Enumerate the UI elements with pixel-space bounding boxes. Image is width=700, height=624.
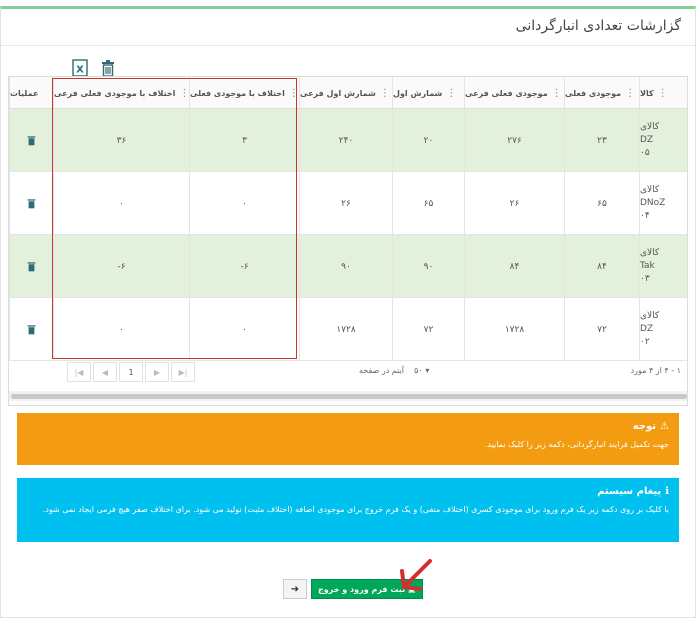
- cell-diff-current-sub: ۰: [53, 172, 189, 235]
- cell-diff-current: ۳: [189, 109, 299, 172]
- cell-first-count: ۲۰: [392, 109, 464, 172]
- table-row[interactable]: ۰ ۰ ۲۶ ۶۵ ۲۶ ۶۵ کالای DNoZ ۰۴: [9, 172, 687, 235]
- column-menu-icon[interactable]: ⋮: [658, 88, 668, 99]
- cell-item: کالای DNoZ ۰۴: [639, 172, 687, 235]
- cell-diff-current: ۰: [189, 172, 299, 235]
- table-row[interactable]: ۳۶ ۳ ۲۴۰ ۲۰ ۲۷۶ ۲۳ کالای DZ ۰۵: [9, 109, 687, 172]
- page-size-label: آیتم در صفحه: [359, 366, 404, 375]
- scrollbar-thumb[interactable]: [11, 394, 687, 399]
- info-alert: ℹ پیغام سیستم با کلیک بر روی دکمه زیر یک…: [17, 478, 679, 542]
- cell-current-stock: ۶۵: [564, 172, 639, 235]
- arrow-back-icon: ➜: [290, 583, 300, 595]
- cell-first-count-sub: ۹۰: [299, 235, 392, 298]
- annotation-arrow-icon: [400, 559, 432, 591]
- grid-pager: |◀ ◀ 1 ▶ ▶| ▾ ۵۰ آیتم در صفحه ۱ - ۴ از ۴…: [9, 357, 687, 387]
- cell-item: کالای DZ ۰۲: [639, 298, 687, 361]
- column-header-current-stock[interactable]: ⋮ موجودی فعلی: [564, 77, 639, 109]
- cell-first-count: ۶۵: [392, 172, 464, 235]
- page-size-selector[interactable]: ▾ ۵۰ آیتم در صفحه: [359, 366, 429, 375]
- cell-current-stock-sub: ۱۷۲۸: [464, 298, 564, 361]
- column-header-first-count[interactable]: ⋮ شمارش اول: [392, 77, 464, 109]
- row-delete-icon[interactable]: [9, 109, 53, 172]
- cell-item: کالای DZ ۰۵: [639, 109, 687, 172]
- grid-header: عملیات ⋮ اختلاف با موجودی فعلی فرعی ⋮ اختل…: [9, 77, 687, 109]
- excel-icon[interactable]: X: [71, 58, 89, 78]
- column-header-first-count-sub[interactable]: ⋮ شمارش اول فرعی: [299, 77, 392, 109]
- column-menu-icon[interactable]: ⋮: [289, 88, 299, 99]
- column-menu-icon[interactable]: ⋮: [446, 88, 456, 99]
- column-header-diff-current-sub[interactable]: ⋮ اختلاف با موجودی فعلی فرعی: [53, 77, 189, 109]
- horizontal-scrollbar[interactable]: [9, 391, 687, 401]
- info-body: با کلیک بر روی دکمه زیر یک فرم ورود برای…: [42, 505, 669, 514]
- cell-current-stock: ۷۲: [564, 298, 639, 361]
- cell-diff-current-sub: -۶: [53, 235, 189, 298]
- column-header-ops[interactable]: عملیات: [9, 77, 53, 109]
- row-delete-icon[interactable]: [9, 235, 53, 298]
- column-menu-icon[interactable]: ⋮: [552, 88, 562, 99]
- column-menu-icon[interactable]: ⋮: [179, 88, 189, 99]
- column-header-current-stock-sub[interactable]: ⋮ موجودی فعلی فرعی: [464, 77, 564, 109]
- info-title: پیغام سیستم: [597, 486, 662, 497]
- inventory-grid: عملیات ⋮ اختلاف با موجودی فعلی فرعی ⋮ اختل…: [8, 76, 688, 406]
- warning-body: جهت تکمیل فرایند انبارگردانی، دکمه زیر ر…: [484, 440, 669, 449]
- chevron-down-icon: ▾: [425, 366, 430, 375]
- info-icon: ℹ: [665, 486, 669, 497]
- table-row[interactable]: -۶ -۶ ۹۰ ۹۰ ۸۴ ۸۴ کالای Tak ۰۳: [9, 235, 687, 298]
- row-delete-icon[interactable]: [9, 172, 53, 235]
- pager-next-button[interactable]: ▶: [145, 362, 169, 382]
- cell-current-stock-sub: ۲۶: [464, 172, 564, 235]
- pager-range: ۱ - ۴ از ۴ مورد: [630, 366, 681, 375]
- submit-label: ثبت فرم ورود و خروج: [318, 584, 406, 594]
- cell-first-count-sub: ۱۷۲۸: [299, 298, 392, 361]
- warning-icon: ⚠: [660, 421, 669, 432]
- cell-item: کالای Tak ۰۳: [639, 235, 687, 298]
- warning-alert: ⚠ توجه جهت تکمیل فرایند انبارگردانی، دکم…: [17, 413, 679, 465]
- cell-diff-current: ۰: [189, 298, 299, 361]
- column-header-item[interactable]: ⋮ کالا: [639, 77, 687, 109]
- cell-current-stock: ۸۴: [564, 235, 639, 298]
- table-row[interactable]: ۰ ۰ ۱۷۲۸ ۷۲ ۱۷۲۸ ۷۲ کالای DZ ۰۲: [9, 298, 687, 361]
- page-title: گزارشات تعدادی انبارگردانی: [515, 18, 681, 34]
- grid-toolbar: X: [71, 58, 117, 78]
- cell-current-stock: ۲۳: [564, 109, 639, 172]
- pager-last-button[interactable]: ▶|: [171, 362, 195, 382]
- row-delete-icon[interactable]: [9, 298, 53, 361]
- cell-first-count: ۷۲: [392, 298, 464, 361]
- trash-icon[interactable]: [99, 58, 117, 78]
- svg-text:X: X: [76, 65, 84, 76]
- cell-current-stock-sub: ۸۴: [464, 235, 564, 298]
- cell-diff-current: -۶: [189, 235, 299, 298]
- column-header-diff-current[interactable]: ⋮ اختلاف با موجودی فعلی: [189, 77, 299, 109]
- cell-current-stock-sub: ۲۷۶: [464, 109, 564, 172]
- cell-first-count-sub: ۲۴۰: [299, 109, 392, 172]
- pager-prev-button[interactable]: ◀: [93, 362, 117, 382]
- pager-page-1[interactable]: 1: [119, 362, 143, 382]
- cell-diff-current-sub: ۰: [53, 298, 189, 361]
- back-button[interactable]: ➜: [283, 579, 307, 599]
- pager-first-button[interactable]: |◀: [67, 362, 91, 382]
- cell-first-count-sub: ۲۶: [299, 172, 392, 235]
- title-divider: [1, 45, 695, 46]
- column-menu-icon[interactable]: ⋮: [380, 88, 390, 99]
- column-menu-icon[interactable]: ⋮: [625, 88, 635, 99]
- warning-title: توجه: [632, 421, 657, 432]
- cell-diff-current-sub: ۳۶: [53, 109, 189, 172]
- cell-first-count: ۹۰: [392, 235, 464, 298]
